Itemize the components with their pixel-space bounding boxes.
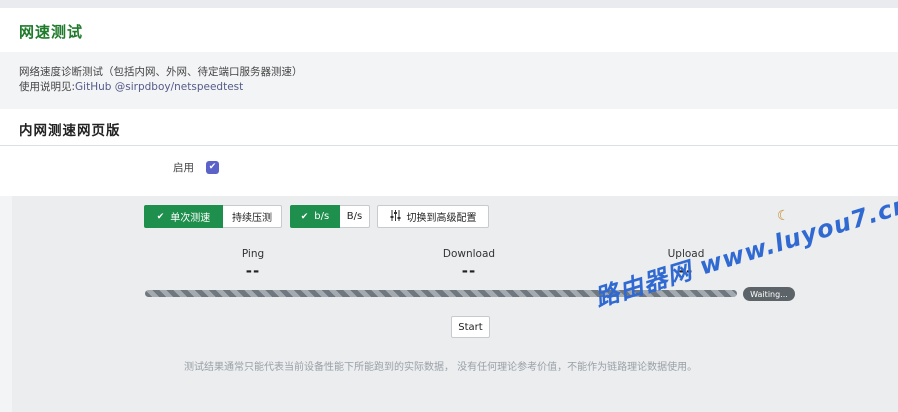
check-icon: ✔ bbox=[300, 211, 309, 222]
section-title: 内网测速网页版 bbox=[19, 123, 121, 139]
ping-value: -- bbox=[245, 262, 261, 280]
bytes-unit-button[interactable]: B/s bbox=[340, 205, 370, 228]
page-title: 网速测试 bbox=[19, 23, 84, 41]
advanced-config-label: 切换到高级配置 bbox=[406, 213, 477, 224]
usage-prefix: 使用说明见: bbox=[19, 81, 76, 93]
single-test-button[interactable]: ✔ 单次测速 bbox=[144, 205, 223, 228]
description-line: 网络速度诊断测试（包括内网、外网、待定端口服务器测速） bbox=[19, 66, 303, 78]
usage-line: 使用说明见:GitHub @sirpdboy/netspeedtest bbox=[19, 80, 303, 95]
top-strip bbox=[0, 0, 898, 8]
bits-unit-label: b/s bbox=[314, 211, 330, 222]
page-header: 网速测试 bbox=[0, 8, 898, 52]
section-header: 内网测速网页版 bbox=[0, 109, 898, 146]
status-badge: Waiting... bbox=[743, 287, 795, 301]
check-icon: ✔ bbox=[208, 162, 217, 172]
sliders-icon bbox=[390, 209, 401, 224]
enable-row: 启用 ✔ bbox=[0, 146, 898, 196]
start-button[interactable]: Start bbox=[451, 316, 490, 338]
bits-unit-button[interactable]: ✔ b/s bbox=[290, 205, 340, 228]
enable-label: 启用 bbox=[173, 162, 194, 174]
github-link[interactable]: GitHub @sirpdboy/netspeedtest bbox=[75, 81, 243, 93]
download-value: -- bbox=[461, 262, 477, 280]
disclaimer-text: 测试结果通常只能代表当前设备性能下所能跑到的实际数据， 没有任何理论参考价值，不… bbox=[184, 362, 698, 373]
ping-metric: Ping -- bbox=[213, 248, 293, 280]
enable-checkbox[interactable]: ✔ bbox=[206, 161, 219, 174]
single-test-label: 单次测速 bbox=[170, 213, 211, 224]
continuous-test-label: 持续压测 bbox=[232, 213, 272, 224]
continuous-test-button[interactable]: 持续压测 bbox=[223, 205, 282, 228]
ping-label: Ping bbox=[241, 248, 265, 260]
test-mode-group: ✔ 单次测速 持续压测 bbox=[144, 205, 282, 228]
bytes-unit-label: B/s bbox=[346, 211, 363, 222]
advanced-config-button[interactable]: 切换到高级配置 bbox=[377, 205, 489, 228]
page-description: 网络速度诊断测试（包括内网、外网、待定端口服务器测速） 使用说明见:GitHub… bbox=[19, 65, 303, 95]
download-metric: Download -- bbox=[429, 248, 509, 280]
unit-group: ✔ b/s B/s bbox=[290, 205, 370, 228]
download-label: Download bbox=[442, 248, 496, 260]
check-icon: ✔ bbox=[156, 211, 165, 222]
